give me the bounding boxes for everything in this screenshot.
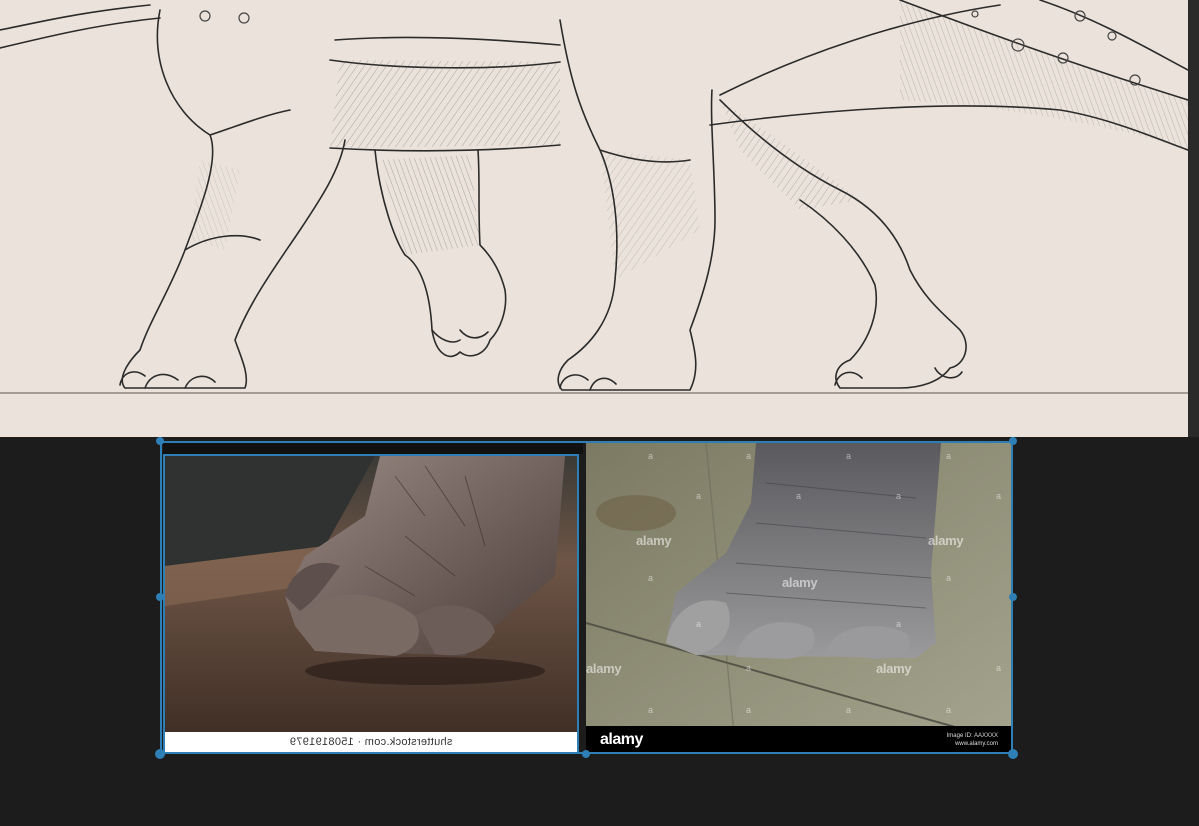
- watermark-letter: a: [846, 451, 852, 461]
- transform-handle-bottom-left[interactable]: [155, 749, 165, 759]
- reference-photo-right[interactable]: a a a a a a a a alamy alamy a a alamy a …: [586, 443, 1012, 754]
- watermark-letter: a: [648, 451, 654, 461]
- left-photo-topbar: [163, 441, 583, 454]
- drawing-canvas[interactable]: [0, 0, 1188, 437]
- watermark-letter: a: [846, 705, 852, 715]
- watermark-letter: a: [746, 705, 752, 715]
- transform-handle-top-right[interactable]: [1009, 437, 1017, 445]
- image-site: www.alamy.com: [955, 741, 998, 747]
- canvas-scroll-edge: [1188, 0, 1199, 437]
- transform-handle-top-left[interactable]: [156, 437, 164, 445]
- watermark-letter: a: [696, 491, 702, 501]
- watermark-letter: a: [896, 491, 902, 501]
- watermark-letter: a: [648, 573, 654, 583]
- watermark-letter: a: [696, 619, 702, 629]
- hippo-foot-photo: [165, 456, 577, 752]
- alamy-logo: alamy: [600, 731, 643, 748]
- watermark-letter: a: [946, 451, 952, 461]
- dinosaur-legs-sketch: [0, 0, 1188, 394]
- image-id: Image ID: AAXXXX: [946, 733, 998, 739]
- watermark-letter: a: [946, 573, 952, 583]
- watermark-letter: a: [996, 491, 1002, 501]
- watermark-letter: a: [796, 491, 802, 501]
- transform-handle-mid-right[interactable]: [1009, 593, 1017, 601]
- left-photo-caption: shutterstock.com · 1508191979: [165, 732, 577, 752]
- watermark-letter: a: [996, 663, 1002, 673]
- transform-handle-bottom-mid[interactable]: [582, 750, 590, 758]
- watermark-letter: a: [946, 705, 952, 715]
- watermark-letter: a: [896, 619, 902, 629]
- image-meta: Image ID: AAXXXX www.alamy.com: [947, 732, 998, 748]
- watermark-text: alamy: [876, 661, 912, 676]
- transform-handle-bottom-right[interactable]: [1008, 749, 1018, 759]
- watermark-text: alamy: [636, 533, 672, 548]
- right-photo-caption-bar: alamy Image ID: AAXXXX www.alamy.com: [586, 726, 1012, 754]
- reference-photo-left[interactable]: shutterstock.com · 1508191979: [163, 454, 579, 754]
- watermark-text: alamy: [782, 575, 818, 590]
- transform-handle-mid-left[interactable]: [156, 593, 164, 601]
- watermark-letter: a: [648, 705, 654, 715]
- watermark-letter: a: [746, 451, 752, 461]
- watermark-text: alamy: [928, 533, 964, 548]
- watermark-text: alamy: [586, 661, 622, 676]
- watermark-letter: a: [746, 663, 752, 673]
